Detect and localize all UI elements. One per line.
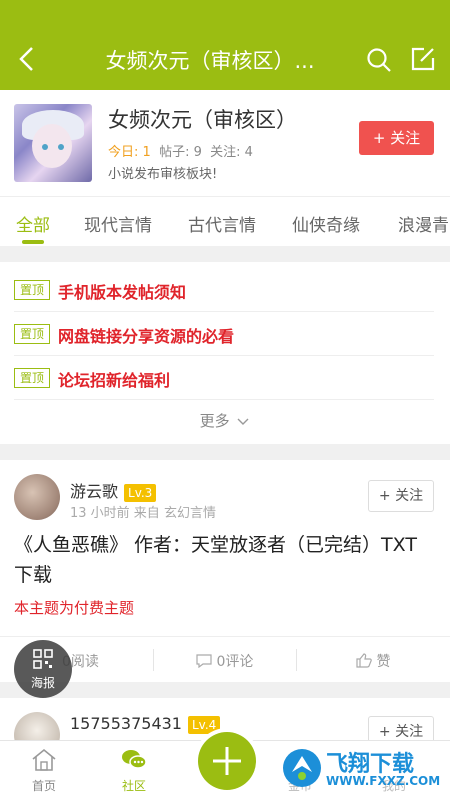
tab-all[interactable]: 全部: [16, 211, 50, 236]
chat-bubbles-icon: [122, 750, 147, 769]
home-icon: [32, 748, 56, 771]
pinned-tag: 置顶: [14, 324, 50, 344]
back-arrow-icon[interactable]: [16, 44, 38, 74]
poster-label: 海报: [30, 676, 55, 690]
like-button[interactable]: 赞: [356, 651, 390, 671]
more-label: 更多: [199, 412, 230, 430]
forum-description: 小说发布审核板块!: [108, 167, 218, 182]
post-author[interactable]: 15755375431 Lv.4: [70, 714, 221, 734]
nav-home[interactable]: 首页: [14, 741, 74, 800]
thumbs-up-icon: [356, 653, 372, 668]
category-tabs: 全部 现代言情 古代言情 仙侠奇缘 浪漫青: [0, 196, 450, 246]
chevron-down-icon: [237, 418, 249, 425]
search-icon[interactable]: [366, 47, 392, 73]
follow-user-button[interactable]: + 关注: [368, 480, 434, 512]
pinned-item[interactable]: 置顶 论坛招新给福利: [14, 356, 434, 400]
post-title[interactable]: 《人鱼恶礁》 作者：天堂放逐者（已完结）TXT下载: [14, 530, 434, 590]
post-card[interactable]: 游云歌 Lv.3 13 小时前 来自 玄幻言情 + 关注 《人鱼恶礁》 作者：天堂…: [0, 460, 450, 682]
qr-code-icon: [33, 649, 53, 669]
pinned-posts: 置顶 手机版本发帖须知 置顶 网盘链接分享资源的必看 置顶 论坛招新给福利 更多: [0, 262, 450, 444]
divider: [153, 649, 154, 671]
forum-today-count: 今日: 1: [108, 145, 151, 160]
forum-name: 女频次元（审核区）: [108, 108, 297, 132]
new-post-button[interactable]: [198, 732, 256, 790]
avatar[interactable]: [14, 474, 60, 520]
comment-button[interactable]: 0评论: [196, 651, 253, 671]
pinned-title: 网盘链接分享资源的必看: [58, 327, 235, 346]
pinned-title: 手机版本发帖须知: [58, 283, 187, 302]
poster-button[interactable]: 海报: [14, 640, 72, 698]
post-author[interactable]: 游云歌 Lv.3: [70, 478, 157, 502]
like-label: 赞: [376, 654, 391, 670]
author-name: 15755375431: [70, 714, 182, 733]
forum-avatar: [14, 104, 92, 182]
level-badge: Lv.3: [124, 483, 157, 502]
pinned-item[interactable]: 置顶 手机版本发帖须知: [14, 268, 434, 312]
paid-topic-note: 本主题为付费主题: [14, 599, 135, 617]
forum-header: 女频次元（审核区） 今日: 1 帖子: 9 关注: 4 小说发布审核板块! + …: [0, 90, 450, 196]
more-button[interactable]: 更多: [0, 410, 450, 431]
nav-home-label: 首页: [31, 779, 56, 793]
post-meta: 13 小时前 来自 玄幻言情: [70, 506, 216, 521]
divider: [296, 649, 297, 671]
pinned-tag: 置顶: [14, 368, 50, 388]
follow-forum-button[interactable]: + 关注: [359, 121, 434, 155]
comment-icon: [196, 654, 212, 669]
forum-follow-count: 关注: 4: [210, 145, 253, 160]
tab-xianxia[interactable]: 仙侠奇缘: [292, 211, 360, 236]
level-badge: Lv.4: [187, 715, 221, 734]
watermark-icon: [283, 749, 321, 787]
watermark-logo: 飞翔下载 WWW.FXXZ.COM: [282, 744, 450, 794]
pinned-tag: 置顶: [14, 280, 50, 300]
forum-stats: 今日: 1 帖子: 9 关注: 4: [108, 141, 253, 160]
tab-ancient-romance[interactable]: 古代言情: [188, 211, 256, 236]
comment-count: 0评论: [216, 654, 254, 670]
watermark-url: WWW.FXXZ.COM: [326, 774, 441, 788]
compose-icon[interactable]: [410, 46, 436, 72]
nav-community-label: 社区: [121, 779, 146, 793]
tab-modern-romance[interactable]: 现代言情: [84, 211, 152, 236]
plus-icon: [213, 747, 241, 775]
page-title: 女频次元（审核区）...: [105, 49, 315, 73]
pinned-title: 论坛招新给福利: [58, 371, 171, 390]
top-app-bar: 女频次元（审核区）...: [0, 0, 450, 90]
forum-post-count: 帖子: 9: [159, 145, 202, 160]
author-name: 游云歌: [70, 482, 119, 501]
tab-romance-youth[interactable]: 浪漫青: [398, 211, 449, 236]
pinned-item[interactable]: 置顶 网盘链接分享资源的必看: [14, 312, 434, 356]
active-tab-indicator: [22, 240, 44, 244]
nav-community[interactable]: 社区: [104, 741, 164, 800]
